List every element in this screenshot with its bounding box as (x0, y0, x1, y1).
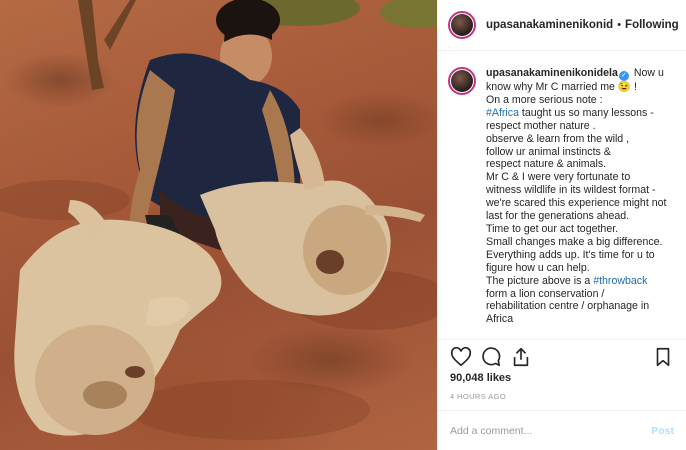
caption-line: know why Mr C married me 😉 ! (486, 81, 676, 94)
hashtag-link[interactable]: #throwback (593, 275, 647, 287)
post-comment-button[interactable]: Post (651, 425, 674, 437)
caption-line-text: follow ur animal instincts & (486, 145, 611, 158)
caption-line-text: Mr C & I were very fortunate to (486, 171, 631, 184)
caption-line: witness wildlife in its wildest format - (486, 184, 676, 197)
caption-line-text: respect nature & animals. (486, 158, 607, 171)
caption-line-text: respect mother nature . (486, 119, 596, 132)
share-icon[interactable] (510, 346, 532, 368)
caption-line-text: Africa (486, 313, 514, 326)
caption-line: observe & learn from the wild , (486, 133, 676, 146)
bookmark-icon[interactable] (652, 346, 674, 368)
caption-line: Everything adds up. It's time for u to (486, 249, 676, 262)
post-timestamp[interactable]: 4 HOURS AGO (450, 392, 506, 401)
comment-icon[interactable] (480, 346, 502, 368)
photo-scene (0, 0, 437, 440)
caption-line-text: The picture above is a (486, 274, 594, 287)
caption-line: figure how u can help. (486, 262, 676, 275)
caption-avatar[interactable] (448, 67, 476, 95)
comment-bar: Post (438, 410, 686, 450)
caption-line-text: rehabilitation centre / orphanage in (486, 300, 650, 313)
header-separator: • (617, 19, 622, 31)
heart-icon[interactable] (450, 346, 472, 368)
caption-line-text: Small changes make a big difference. (486, 235, 663, 248)
verified-badge-icon: ✓ (618, 71, 629, 81)
caption-line-text: know why Mr C married me 😉 ! (486, 81, 637, 93)
caption-line-text: figure how u can help. (486, 261, 590, 274)
post-side-panel: upasanakaminenikonid • Following upasana… (437, 0, 686, 450)
following-button[interactable]: Following (625, 19, 679, 31)
caption-line-text: witness wildlife in its wildest format - (486, 184, 656, 197)
caption-line-text: taught us so many lessons - (518, 106, 654, 119)
caption-text: upasanakaminenikonidela ✓ Now u know why … (486, 67, 676, 339)
caption-line: respect mother nature . (486, 120, 676, 133)
caption-line: Now u (630, 67, 664, 79)
post-header: upasanakaminenikonid • Following (438, 0, 686, 51)
caption-line-text: last for the generations ahead. (486, 210, 630, 223)
caption-line-text: On a more serious note : (486, 93, 603, 106)
caption-line: Time to get our act together. (486, 223, 676, 236)
header-avatar[interactable] (448, 11, 476, 39)
caption-line: Mr C & I were very fortunate to (486, 171, 676, 184)
caption-line-text: Everything adds up. It's time for u to (486, 248, 655, 261)
caption-line: #Africa taught us so many lessons - (486, 107, 676, 120)
comment-input[interactable] (450, 424, 652, 437)
caption-username[interactable]: upasanakaminenikonidela (486, 67, 618, 79)
caption-line-text: we're scared this experience might not (486, 197, 667, 210)
caption-line: Small changes make a big difference. (486, 236, 676, 249)
caption-line: rehabilitation centre / orphanage in (486, 300, 676, 313)
caption-line: On a more serious note : (486, 94, 676, 107)
caption-line: follow ur animal instincts & (486, 146, 676, 159)
caption-line: we're scared this experience might not (486, 197, 676, 210)
caption-line: Africa (486, 313, 676, 326)
header-username[interactable]: upasanakaminenikonid (486, 19, 613, 31)
hashtag-link[interactable]: #Africa (486, 107, 519, 119)
likes-count[interactable]: 90,048 likes (450, 372, 511, 384)
post-photo[interactable] (0, 0, 437, 450)
caption-line-text: observe & learn from the wild , (486, 132, 630, 145)
action-bar (438, 339, 686, 373)
caption-line: The picture above is a #throwback (486, 275, 676, 288)
caption-line: last for the generations ahead. (486, 210, 676, 223)
caption-line-text: form a lion conservation / (486, 287, 605, 300)
caption-line: respect nature & animals. (486, 158, 676, 171)
caption-line-text: Time to get our act together. (486, 222, 619, 235)
caption-area: upasanakaminenikonidela ✓ Now u know why … (438, 51, 686, 339)
caption-line: form a lion conservation / (486, 288, 676, 301)
